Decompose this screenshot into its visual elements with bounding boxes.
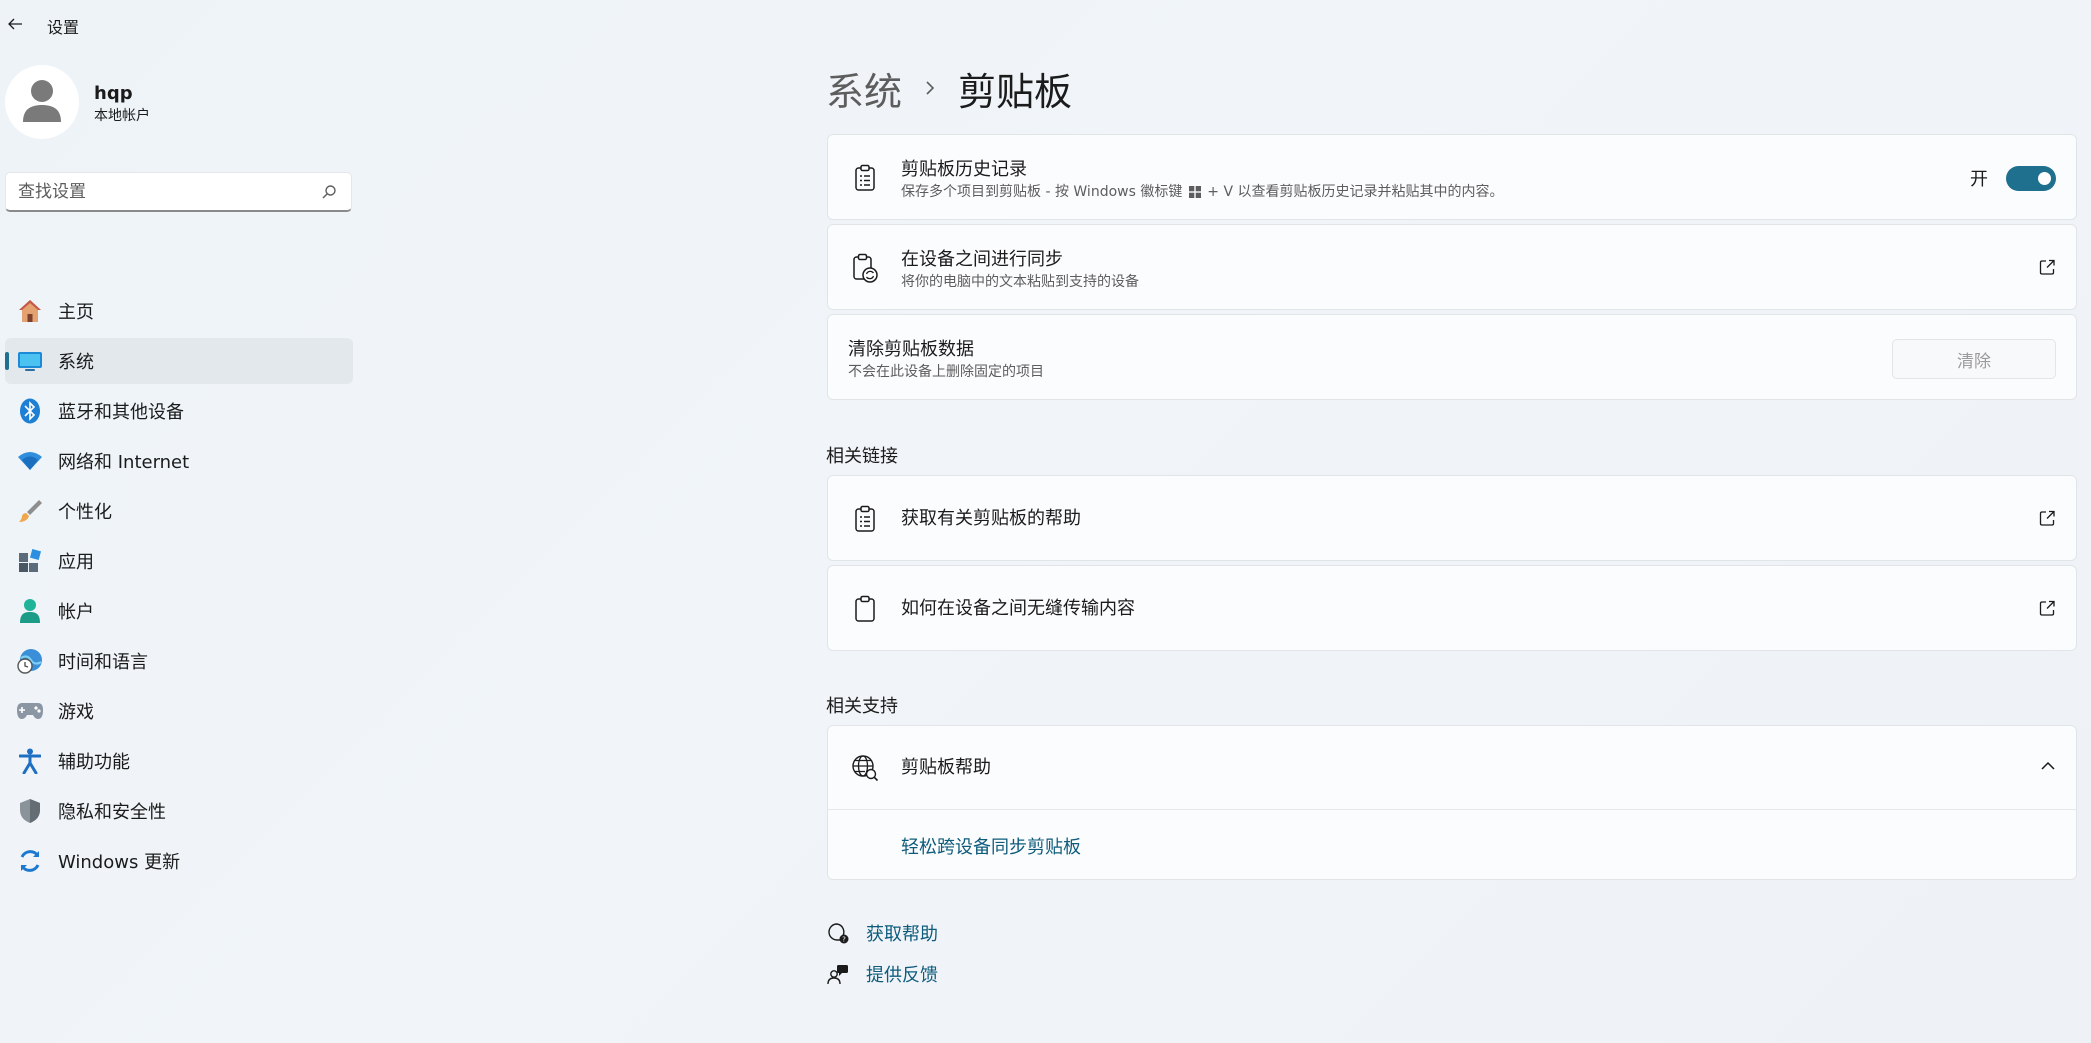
feedback-icon (826, 962, 850, 986)
related-link-help-label: 获取有关剪贴板的帮助 (901, 508, 1081, 529)
clipboard-list-icon (850, 504, 880, 534)
clear-desc: 不会在此设备上删除固定的项目 (848, 364, 1044, 380)
related-link-transfer-label: 如何在设备之间无缝传输内容 (901, 598, 1135, 619)
external-link-icon (2039, 259, 2056, 276)
clear-clipboard-card: 清除剪贴板数据 不会在此设备上删除固定的项目 清除 (827, 314, 2077, 400)
sidebar-nav: 主页 系统 蓝牙和其他设备 网络和 Internet 个性化 应用 帐户 时间和… (5, 288, 353, 888)
external-link-icon (2039, 510, 2056, 527)
home-icon (16, 297, 44, 325)
related-links-title: 相关链接 (826, 446, 898, 467)
clipboard-help-header[interactable]: 剪贴板帮助 (828, 726, 2076, 810)
search-box[interactable] (5, 172, 352, 212)
svg-text:?: ? (842, 936, 846, 944)
clipboard-icon (850, 594, 880, 624)
nav-item-gaming[interactable]: 游戏 (5, 688, 353, 734)
sync-clipboard-link[interactable]: 轻松跨设备同步剪贴板 (901, 837, 1081, 858)
get-help-link[interactable]: ? 获取帮助 (826, 919, 938, 947)
accessibility-icon (16, 747, 44, 775)
sync-devices-card[interactable]: 在设备之间进行同步 将你的电脑中的文本粘贴到支持的设备 (827, 224, 2077, 310)
sync-desc: 将你的电脑中的文本粘贴到支持的设备 (901, 274, 1139, 290)
time-language-icon (16, 647, 44, 675)
clipboard-sync-icon (850, 253, 880, 283)
back-button[interactable] (4, 13, 26, 35)
system-icon (16, 347, 44, 375)
gamepad-icon (16, 697, 44, 725)
search-input[interactable] (6, 173, 306, 210)
clipboard-help-expander: 剪贴板帮助 轻松跨设备同步剪贴板 (827, 725, 2077, 880)
nav-item-privacy[interactable]: 隐私和安全性 (5, 788, 353, 834)
clipboard-list-icon (850, 163, 880, 193)
chevron-up-icon[interactable] (2040, 761, 2056, 771)
globe-search-icon (850, 753, 880, 783)
nav-item-network[interactable]: 网络和 Internet (5, 438, 353, 484)
help-chat-icon: ? (826, 921, 850, 945)
clipboard-help-title: 剪贴板帮助 (901, 757, 991, 778)
clipboard-history-desc: 保存多个项目到剪贴板 - 按 Windows 徽标键 + V 以查看剪贴板历史记… (901, 184, 1504, 200)
title-bar: 设置 (0, 0, 400, 48)
nav-item-apps[interactable]: 应用 (5, 538, 353, 584)
windows-logo-icon (1188, 186, 1201, 198)
clear-button[interactable]: 清除 (1892, 339, 2056, 379)
nav-item-accounts[interactable]: 帐户 (5, 588, 353, 634)
clipboard-history-title: 剪贴板历史记录 (901, 159, 1027, 180)
nav-item-accessibility[interactable]: 辅助功能 (5, 738, 353, 784)
update-icon (16, 847, 44, 875)
clipboard-history-card: 剪贴板历史记录 保存多个项目到剪贴板 - 按 Windows 徽标键 + V 以… (827, 134, 2077, 220)
chevron-right-icon (924, 80, 936, 96)
breadcrumb: 系统 剪贴板 (826, 60, 1072, 116)
user-name: hqp (94, 83, 133, 104)
app-title: 设置 (47, 18, 80, 37)
avatar[interactable] (5, 65, 79, 139)
user-avatar-icon (23, 80, 61, 122)
nav-item-bluetooth[interactable]: 蓝牙和其他设备 (5, 388, 353, 434)
nav-item-time-language[interactable]: 时间和语言 (5, 638, 353, 684)
bluetooth-icon (16, 397, 44, 425)
account-type: 本地帐户 (94, 108, 150, 124)
toggle-state-label: 开 (1970, 169, 1988, 190)
clear-title: 清除剪贴板数据 (848, 339, 974, 360)
related-link-help[interactable]: 获取有关剪贴板的帮助 (827, 475, 2077, 561)
back-arrow-icon (8, 18, 22, 30)
nav-item-home[interactable]: 主页 (5, 288, 353, 334)
sync-title: 在设备之间进行同步 (901, 249, 1063, 270)
wifi-icon (16, 447, 44, 475)
shield-icon (16, 797, 44, 825)
search-icon[interactable] (321, 184, 337, 200)
related-link-transfer[interactable]: 如何在设备之间无缝传输内容 (827, 565, 2077, 651)
page-title: 剪贴板 (958, 69, 1073, 114)
nav-item-windows-update[interactable]: Windows 更新 (5, 838, 353, 884)
related-support-title: 相关支持 (826, 696, 898, 717)
nav-item-system[interactable]: 系统 (5, 338, 353, 384)
clipboard-history-toggle[interactable] (2006, 165, 2056, 191)
external-link-icon (2039, 600, 2056, 617)
feedback-link[interactable]: 提供反馈 (826, 960, 938, 988)
apps-icon (16, 547, 44, 575)
nav-item-personalization[interactable]: 个性化 (5, 488, 353, 534)
breadcrumb-parent[interactable]: 系统 (826, 61, 902, 116)
toggle-knob (2038, 171, 2051, 185)
account-icon (16, 597, 44, 625)
brush-icon (16, 497, 44, 525)
